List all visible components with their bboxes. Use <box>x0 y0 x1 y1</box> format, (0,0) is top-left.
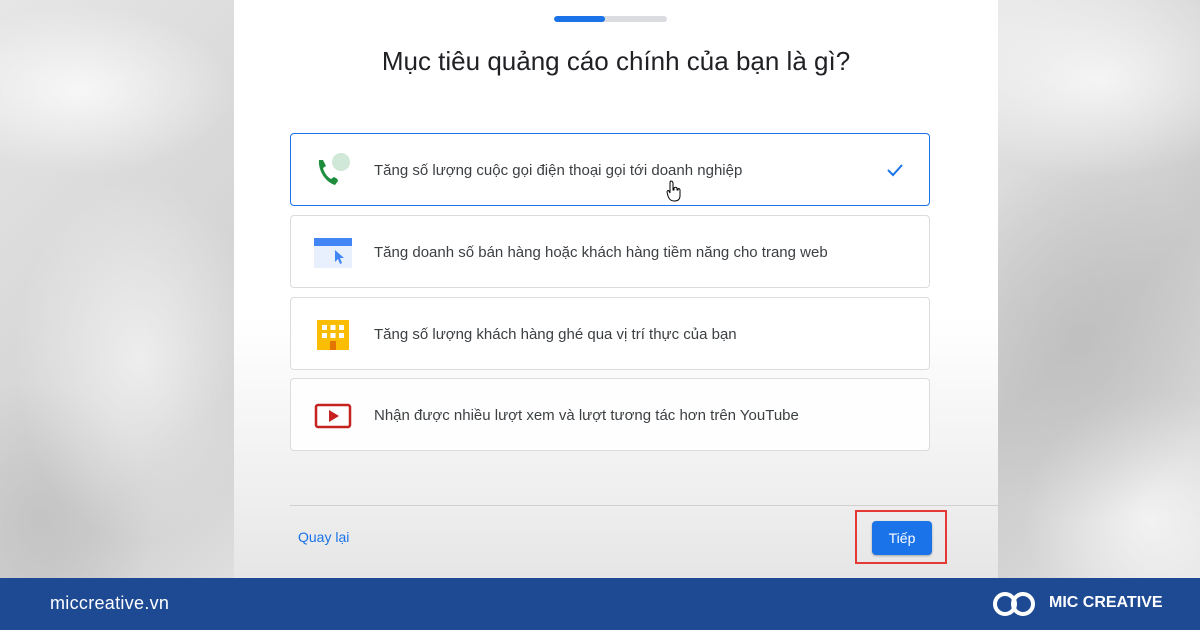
checkmark-icon <box>887 164 903 177</box>
goal-option-label: Nhận được nhiều lượt xem và lượt tương t… <box>374 407 799 424</box>
goal-option-phone-calls[interactable]: Tăng số lượng cuộc gọi điện thoại gọi tớ… <box>290 133 930 206</box>
storefront-icon <box>317 320 349 350</box>
goal-option-label: Tăng doanh số bán hàng hoặc khách hàng t… <box>374 244 828 261</box>
goal-option-label: Tăng số lượng khách hàng ghé qua vị trí … <box>374 326 737 343</box>
footer-divider <box>290 505 998 506</box>
footer-website: miccreative.vn <box>50 593 170 613</box>
youtube-play-icon <box>314 403 352 429</box>
mic-creative-logo-icon <box>993 592 1035 616</box>
goal-option-label: Tăng số lượng cuộc gọi điện thoại gọi tớ… <box>374 162 743 179</box>
footer-brand-name: MIC CREATIVE <box>1049 594 1163 611</box>
next-button[interactable]: Tiếp <box>872 521 932 555</box>
website-icon <box>314 238 352 268</box>
brand-footer: miccreative.vn MIC CREATIVE <box>0 578 1200 630</box>
goal-option-youtube[interactable]: Nhận được nhiều lượt xem và lượt tương t… <box>290 378 930 451</box>
phone-call-icon <box>318 153 350 185</box>
progress-bar-fill <box>554 16 605 22</box>
progress-bar <box>554 16 667 22</box>
back-link[interactable]: Quay lại <box>298 529 349 545</box>
hand-cursor-icon <box>666 180 681 202</box>
page-title: Mục tiêu quảng cáo chính của bạn là gì? <box>381 46 851 76</box>
goal-selection-panel: Mục tiêu quảng cáo chính của bạn là gì? … <box>234 0 998 578</box>
goal-option-website-sales[interactable]: Tăng doanh số bán hàng hoặc khách hàng t… <box>290 215 930 288</box>
goal-option-store-visits[interactable]: Tăng số lượng khách hàng ghé qua vị trí … <box>290 297 930 370</box>
